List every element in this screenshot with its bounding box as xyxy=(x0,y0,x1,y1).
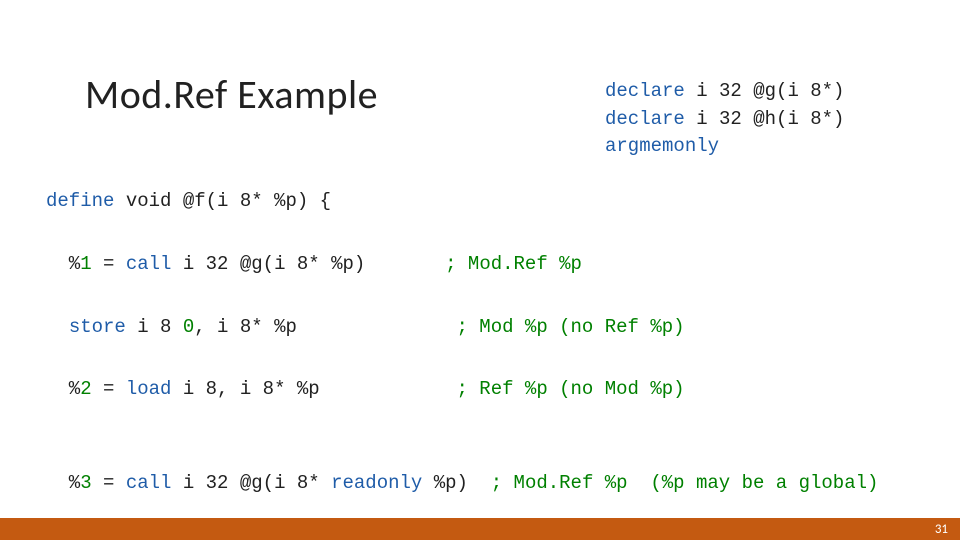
code-line-6: %3 = call i 32 @g(i 8* readonly %p) ; Mo… xyxy=(46,468,924,499)
decl-line-2: declare i 32 @h(i 8*) argmemonly xyxy=(605,106,960,161)
decl-1-rest: i 32 @g(i 8*) xyxy=(685,80,845,102)
comment: ; Mod %p (no Ref %p) xyxy=(457,316,685,338)
kw-load: load xyxy=(126,378,172,400)
decl-line-1: declare i 32 @g(i 8*) xyxy=(605,78,960,106)
page-number: 31 xyxy=(935,522,948,537)
slide-title: Mod.Ref Example xyxy=(85,70,378,119)
comment: ; Ref %p (no Mod %p) xyxy=(457,378,685,400)
comment: ; Mod.Ref %p (%p may be a global) xyxy=(491,472,879,494)
code-line-1: define void @f(i 8* %p) { xyxy=(46,186,924,217)
kw-declare: declare xyxy=(605,80,685,102)
code-line-3: store i 8 0, i 8* %p ; Mod %p (no Ref %p… xyxy=(46,312,924,343)
kw-call: call xyxy=(126,253,172,275)
slide: Mod.Ref Example declare i 32 @g(i 8*) de… xyxy=(0,0,960,540)
code-line-2: %1 = call i 32 @g(i 8* %p) ; Mod.Ref %p xyxy=(46,249,924,280)
kw-store: store xyxy=(69,316,126,338)
comment: ; Mod.Ref %p xyxy=(445,253,582,275)
kw-declare: declare xyxy=(605,108,685,130)
kw-call: call xyxy=(126,472,172,494)
decl-2-mid: i 32 @h(i 8*) xyxy=(685,108,845,130)
kw-define: define xyxy=(46,190,114,212)
kw-argmemonly: argmemonly xyxy=(605,135,719,157)
code-block: define void @f(i 8* %p) { %1 = call i 32… xyxy=(46,155,924,540)
footer-bar: 31 xyxy=(0,518,960,540)
kw-readonly: readonly xyxy=(331,472,422,494)
code-line-4: %2 = load i 8, i 8* %p ; Ref %p (no Mod … xyxy=(46,374,924,405)
declarations-block: declare i 32 @g(i 8*) declare i 32 @h(i … xyxy=(605,78,960,161)
